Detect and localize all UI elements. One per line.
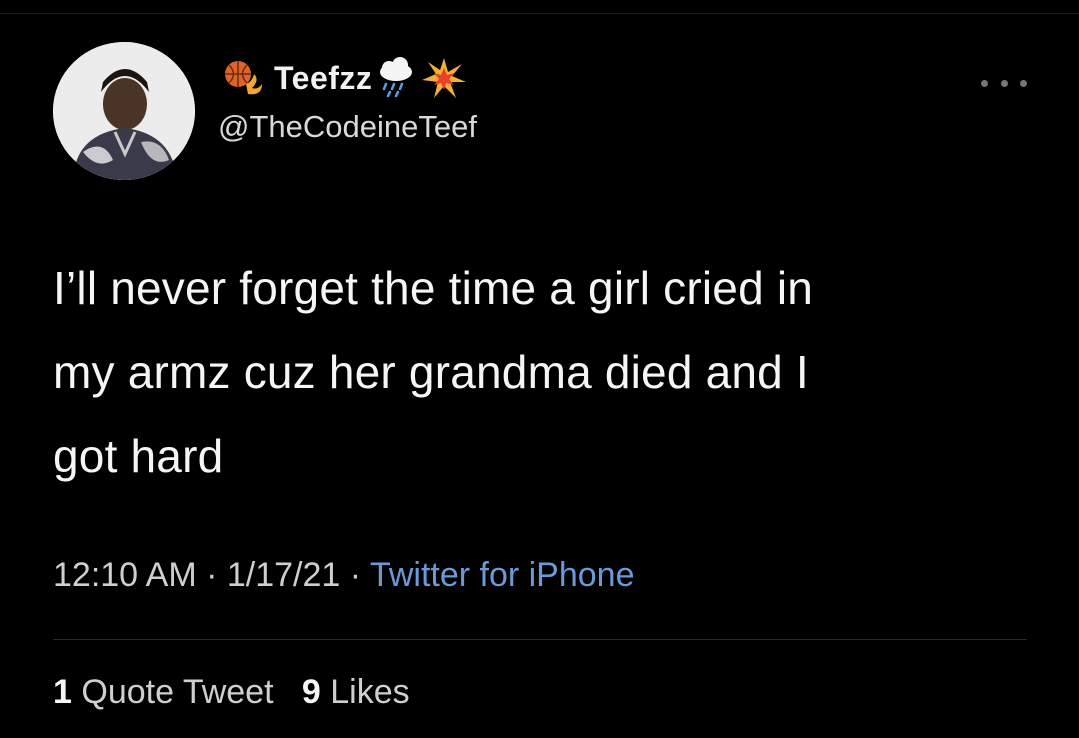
avatar[interactable] [53, 42, 195, 180]
tweet-stats: 1 Quote Tweet 9 Likes [53, 673, 410, 712]
basketball-fire-emoji-icon [218, 54, 266, 102]
tweet-text: I’ll never forget the time a girl cried … [53, 246, 1013, 498]
tweet-card: Teefzz @TheCodeineTeef I’ll never forget… [0, 0, 1079, 738]
tweet-text-line: got hard [53, 430, 224, 482]
collision-emoji-icon [420, 54, 468, 102]
avatar-photo-icon [53, 42, 195, 180]
tweet-date[interactable]: 1/17/21 [227, 556, 340, 594]
display-name[interactable]: Teefzz [274, 60, 372, 97]
quote-label: Quote Tweet [81, 673, 274, 711]
handle[interactable]: @TheCodeineTeef [218, 109, 818, 145]
divider [53, 639, 1027, 640]
meta-separator: · [340, 556, 370, 594]
meta-separator: · [196, 556, 227, 594]
quote-count: 1 [53, 673, 72, 711]
tweet-time[interactable]: 12:10 AM [53, 556, 197, 594]
quote-tweets-stat[interactable]: 1 Quote Tweet [53, 673, 274, 711]
name-row[interactable]: Teefzz [218, 55, 818, 101]
tweet-text-line: I’ll never forget the time a girl cried … [53, 262, 814, 314]
more-options-icon[interactable] [981, 76, 1027, 90]
top-border [0, 13, 1079, 14]
like-count: 9 [301, 673, 321, 711]
likes-stat[interactable]: 9 Likes [302, 673, 410, 711]
cloud-rain-emoji-icon [372, 54, 420, 102]
author-block: Teefzz @TheCodeineTeef [218, 55, 818, 145]
tweet-source-link[interactable]: Twitter for iPhone [370, 556, 635, 594]
like-label: Likes [330, 673, 410, 711]
tweet-text-line: my armz cuz her grandma died and I [53, 346, 809, 398]
tweet-meta: 12:10 AM · 1/17/21 · Twitter for iPhone [53, 556, 635, 595]
